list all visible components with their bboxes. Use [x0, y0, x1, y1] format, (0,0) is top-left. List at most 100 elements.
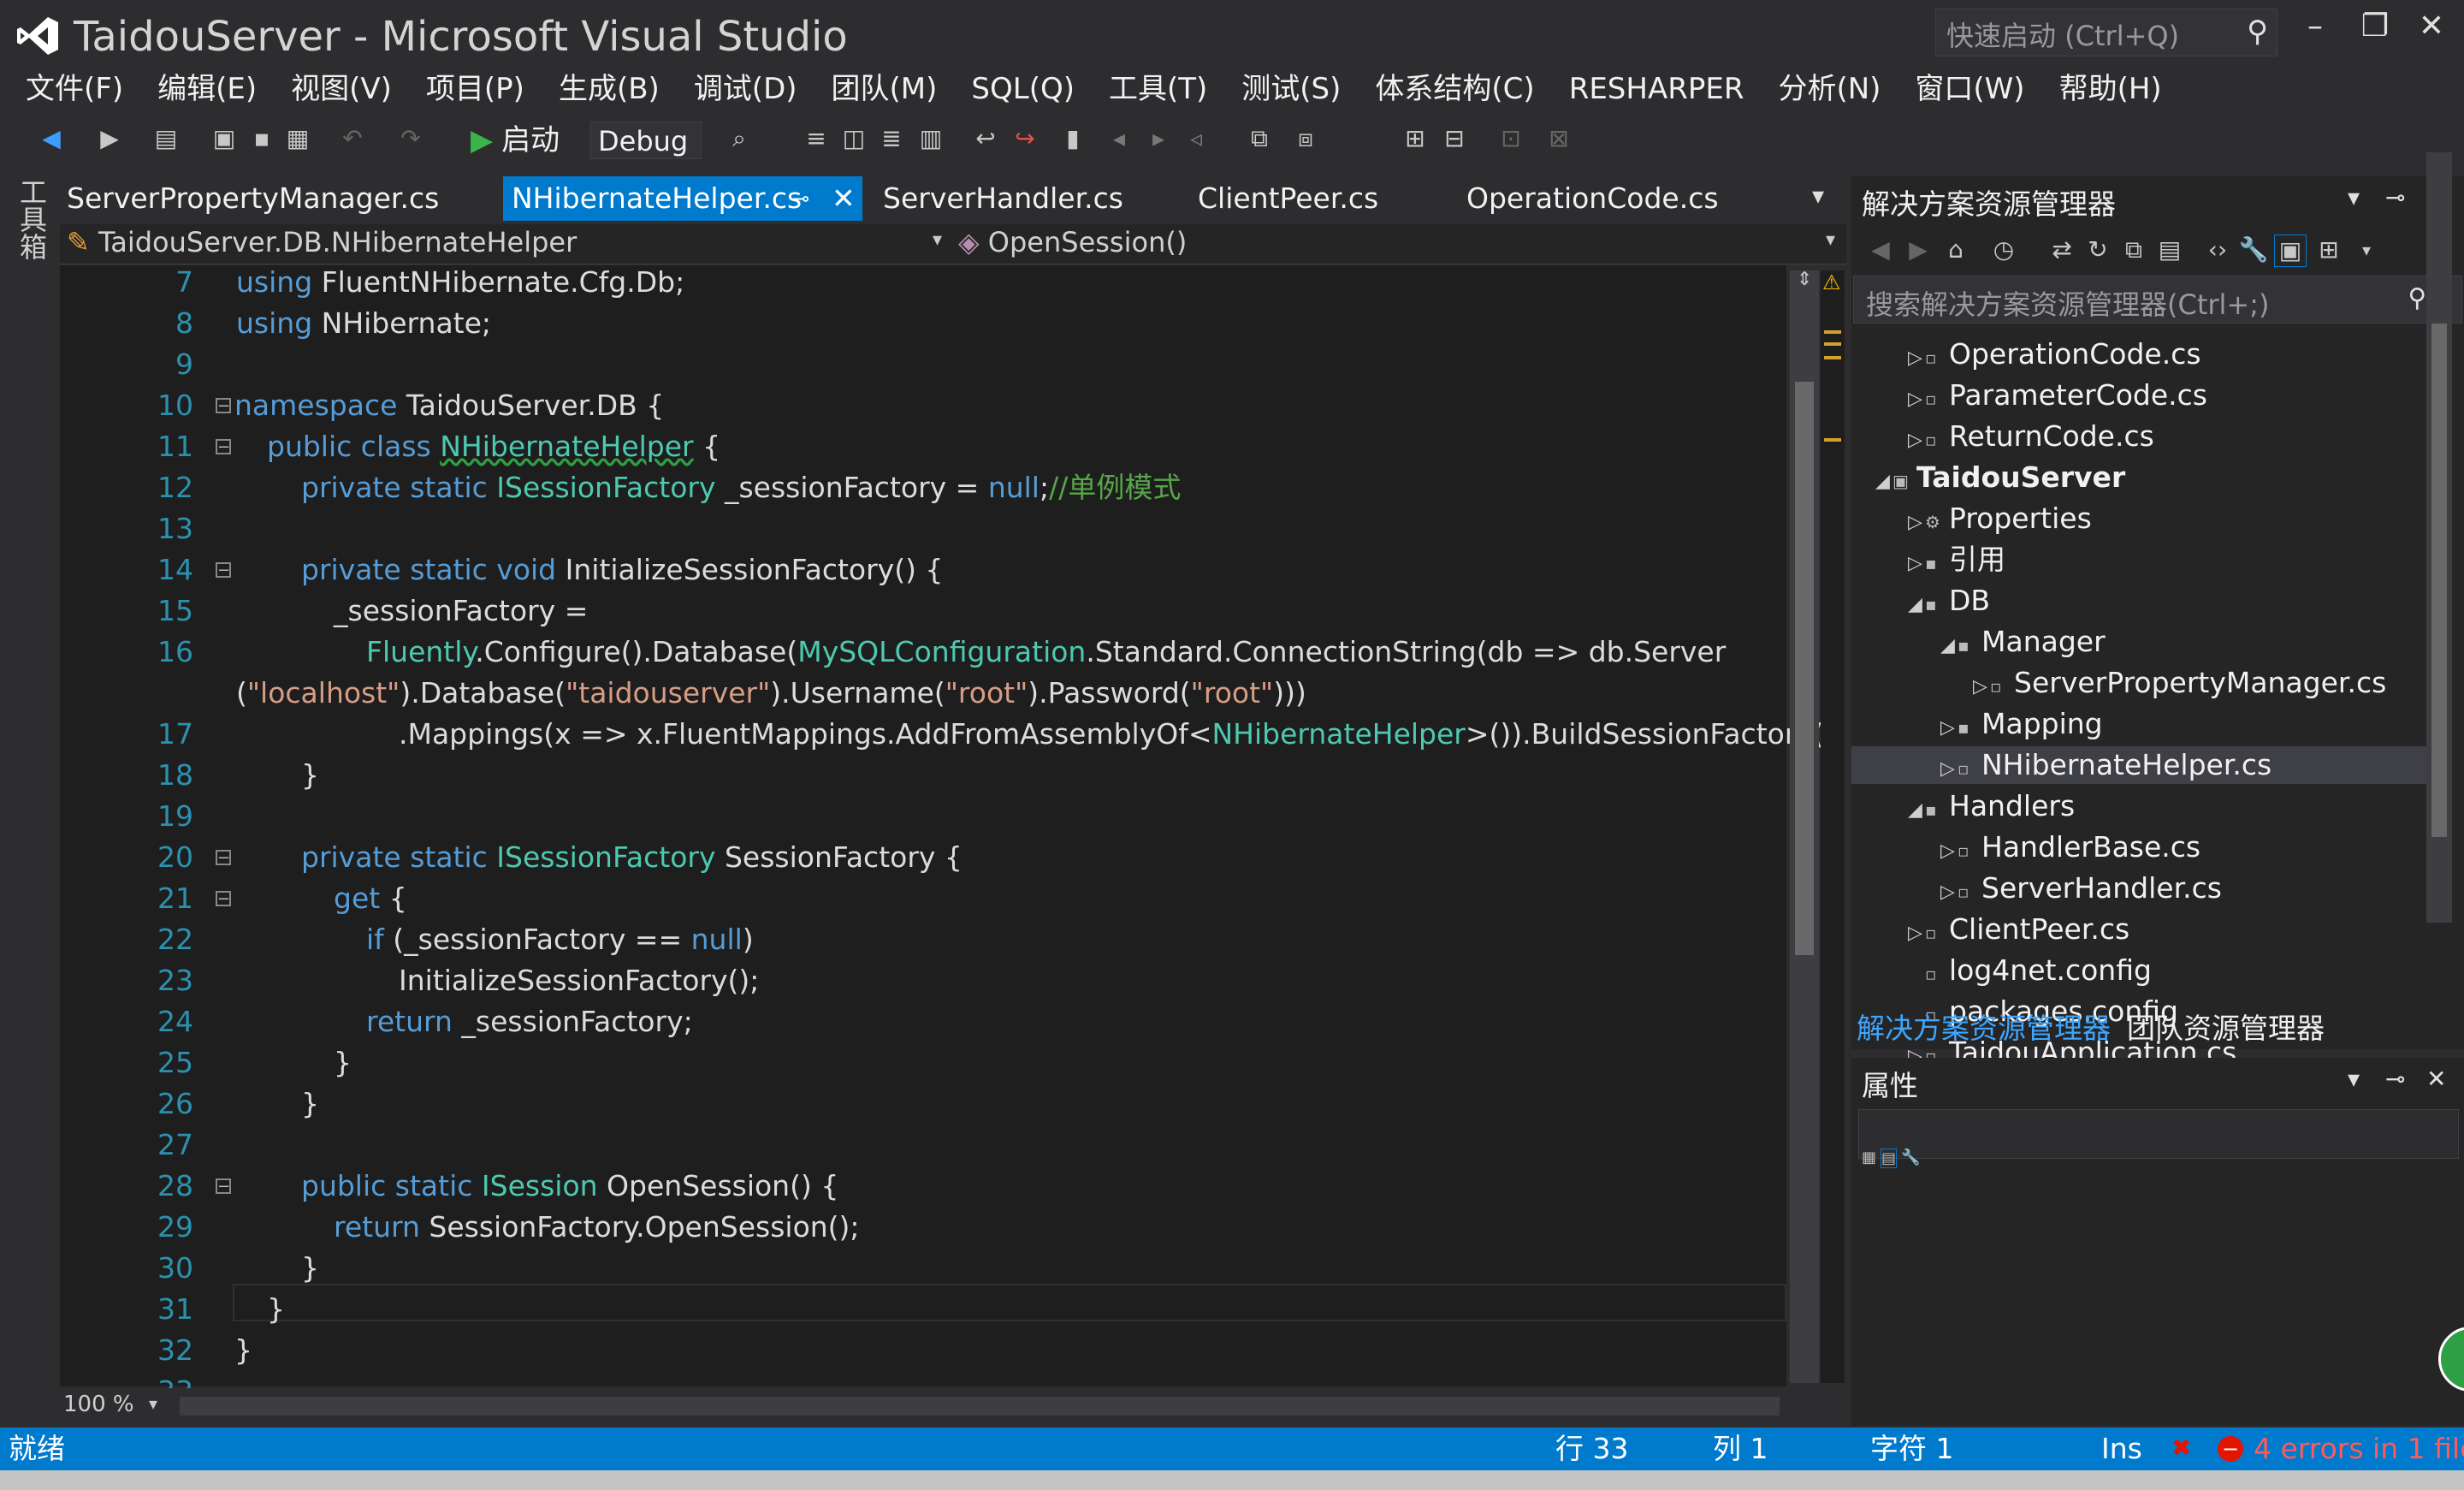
uncomment-icon[interactable]: ▥ — [915, 123, 946, 154]
tree-node[interactable]: ▷ ▫ HandlerBase.cs — [1940, 828, 2200, 866]
pin-icon[interactable]: ⊸ — [2385, 1065, 2405, 1093]
tab-team-explorer[interactable]: 团队资源管理器 — [2127, 1008, 2325, 1049]
quick-launch-input[interactable]: 快速启动 (Ctrl+Q) ⚲ — [1935, 9, 2277, 56]
find-icon[interactable]: ⌕ — [724, 123, 755, 154]
save-icon[interactable]: ▪ — [246, 123, 277, 154]
forward-icon[interactable]: ▶ — [1903, 234, 1934, 265]
class-diagram-icon[interactable]: ⊞ — [2313, 234, 2344, 265]
collapsed-arrow-icon[interactable]: ▷ — [1908, 545, 1925, 583]
tab-operation-code[interactable]: OperationCode.cs — [1458, 176, 1727, 221]
close-icon[interactable]: ✕ — [2426, 1065, 2446, 1093]
tab-nhibernate-helper[interactable]: NHibernateHelper.cs ⊸ ✕ — [503, 176, 862, 221]
collapse-icon[interactable]: − — [216, 398, 231, 414]
pin-icon[interactable]: ⊸ — [792, 176, 809, 221]
refresh-icon[interactable]: ↻ — [2082, 234, 2113, 265]
history-icon[interactable]: ◷ — [1988, 234, 2019, 265]
collapsed-arrow-icon[interactable]: ▷ — [1908, 915, 1925, 953]
pin-icon[interactable]: ⊸ — [2385, 183, 2405, 211]
collapsed-arrow-icon[interactable]: ▷ — [1908, 504, 1925, 542]
menu-window[interactable]: 窗口(W) — [1898, 65, 2041, 113]
solution-explorer-scrollbar[interactable] — [2426, 152, 2452, 923]
diagram-icon[interactable]: ⊠ — [1543, 123, 1574, 154]
properties-object-select[interactable] — [1858, 1109, 2459, 1159]
show-all-files-icon[interactable]: ▤ — [2154, 234, 2185, 265]
minimize-button[interactable]: – — [2289, 5, 2341, 48]
tree-node[interactable]: ▷ ▫ ClientPeer.cs — [1908, 911, 2129, 948]
prev-bookmark-folder-icon[interactable]: ◃ — [1181, 123, 1211, 154]
format-icon[interactable]: ≡ — [801, 123, 832, 154]
collapse-icon[interactable]: − — [216, 439, 231, 455]
open-file-icon[interactable]: ▣ — [209, 123, 240, 154]
scroll-thumb[interactable] — [2431, 324, 2447, 837]
collapsed-arrow-icon[interactable]: ▷ — [1908, 381, 1925, 419]
tree-node[interactable]: ◢ ▪ Manager — [1940, 623, 2106, 661]
menu-team[interactable]: 团队(M) — [814, 65, 955, 113]
solution-search-input[interactable]: 搜索解决方案资源管理器(Ctrl+;) ⚲ ▾ — [1853, 276, 2462, 324]
expanded-arrow-icon[interactable]: ◢ — [1875, 463, 1892, 501]
stop-navigation-icon[interactable]: ↪ — [1010, 123, 1040, 154]
collapsed-arrow-icon[interactable]: ▷ — [1940, 709, 1958, 747]
collapse-icon[interactable]: − — [216, 562, 231, 579]
editor-vertical-scrollbar[interactable]: ⇕ — [1790, 269, 1819, 1383]
member-dropdown[interactable]: ◈ OpenSession() — [958, 226, 1187, 258]
toolbox-tab[interactable]: 工具箱 — [12, 178, 51, 260]
undo-icon[interactable]: ↶ — [337, 123, 368, 154]
code-editor[interactable]: 7 using FluentNHibernate.Cfg.Db; 8 using NH… — [60, 265, 1845, 1408]
categorized-icon[interactable]: ▦ — [1862, 1149, 1876, 1166]
bookmark-toggle-icon[interactable]: ◫ — [838, 123, 869, 154]
tab-server-handler[interactable]: ServerHandler.cs — [874, 176, 1132, 221]
attach-icon[interactable]: ⊡ — [1496, 123, 1526, 154]
collapsed-arrow-icon[interactable]: ▷ — [1908, 340, 1925, 377]
next-bookmark-icon[interactable]: ▸ — [1143, 123, 1174, 154]
zoom-level-select[interactable]: 100 % — [63, 1392, 134, 1417]
tree-node[interactable]: ▫ log4net.config — [1908, 952, 2152, 989]
start-debugging-button[interactable]: ▶ 启动 — [471, 120, 560, 161]
solution-configuration-select[interactable]: Debug — [590, 122, 702, 159]
home-icon[interactable]: ⌂ — [1940, 234, 1971, 265]
menu-tools[interactable]: 工具(T) — [1092, 65, 1224, 113]
chevron-down-icon[interactable]: ▾ — [933, 229, 942, 251]
property-pages-icon[interactable]: 🔧 — [1901, 1149, 1920, 1166]
chevron-down-icon[interactable]: ▾ — [2351, 234, 2382, 265]
collapse-icon[interactable]: − — [216, 891, 231, 907]
restore-button[interactable]: ❐ — [2349, 5, 2401, 48]
publish-icon[interactable]: ⊞ — [1400, 123, 1430, 154]
close-window-button[interactable]: ✕ — [2406, 5, 2457, 48]
back-icon[interactable]: ◀ — [36, 123, 67, 154]
deploy-icon[interactable]: ⊟ — [1439, 123, 1470, 154]
clear-bookmarks-icon[interactable]: ⧉ — [1244, 123, 1275, 154]
collapsed-arrow-icon[interactable]: ▷ — [1973, 668, 1990, 706]
tree-node[interactable]: ▷ ▫ ParameterCode.cs — [1908, 377, 2207, 414]
expanded-arrow-icon[interactable]: ◢ — [1940, 627, 1958, 665]
back-icon[interactable]: ◀ — [1865, 234, 1896, 265]
chevron-down-icon[interactable]: ▾ — [2348, 1065, 2360, 1093]
alphabetical-icon[interactable]: ▤ — [1881, 1149, 1898, 1168]
tab-server-property-manager[interactable]: ServerPropertyManager.cs — [58, 176, 447, 221]
tree-node[interactable]: ▷ ▪ Mapping — [1940, 705, 2103, 743]
navigate-backward-icon[interactable]: ↩ — [970, 123, 1001, 154]
tree-node[interactable]: ◢ ▪ DB — [1908, 582, 1990, 620]
tree-node[interactable]: ▷ ⚙ Properties — [1908, 500, 2092, 537]
redo-icon[interactable]: ↷ — [395, 123, 426, 154]
menu-debug[interactable]: 调试(D) — [677, 65, 814, 113]
tree-node[interactable]: ▷ ▫ ReturnCode.cs — [1908, 418, 2154, 455]
collapsed-arrow-icon[interactable]: ▷ — [1940, 751, 1958, 788]
forward-icon[interactable]: ▶ — [94, 123, 125, 154]
tree-node[interactable]: ▷ ▫ ServerPropertyManager.cs — [1973, 664, 2386, 702]
collapsed-arrow-icon[interactable]: ▷ — [1940, 833, 1958, 870]
menu-build[interactable]: 生成(B) — [542, 65, 677, 113]
tree-node[interactable]: ◢ ▣ TaidouServer — [1875, 459, 2125, 496]
editor-horizontal-scrollbar[interactable] — [180, 1397, 1780, 1416]
close-tab-icon[interactable]: ✕ — [832, 176, 856, 221]
menu-analyze[interactable]: 分析(N) — [1761, 65, 1898, 113]
collapse-icon[interactable]: − — [216, 1178, 231, 1195]
chevron-down-icon[interactable]: ▾ — [1826, 229, 1835, 251]
menu-project[interactable]: 项目(P) — [409, 65, 542, 113]
chevron-down-icon[interactable]: ▾ — [149, 1393, 157, 1414]
menu-file[interactable]: 文件(F) — [9, 65, 140, 113]
bookmark-icon[interactable]: ▮ — [1057, 123, 1088, 154]
tree-node[interactable]: ▷ ▫ OperationCode.cs — [1908, 335, 2201, 373]
menu-architecture[interactable]: 体系结构(C) — [1358, 65, 1551, 113]
tab-list-dropdown-icon[interactable]: ▾ — [1812, 181, 1824, 210]
menu-test[interactable]: 测试(S) — [1224, 65, 1358, 113]
